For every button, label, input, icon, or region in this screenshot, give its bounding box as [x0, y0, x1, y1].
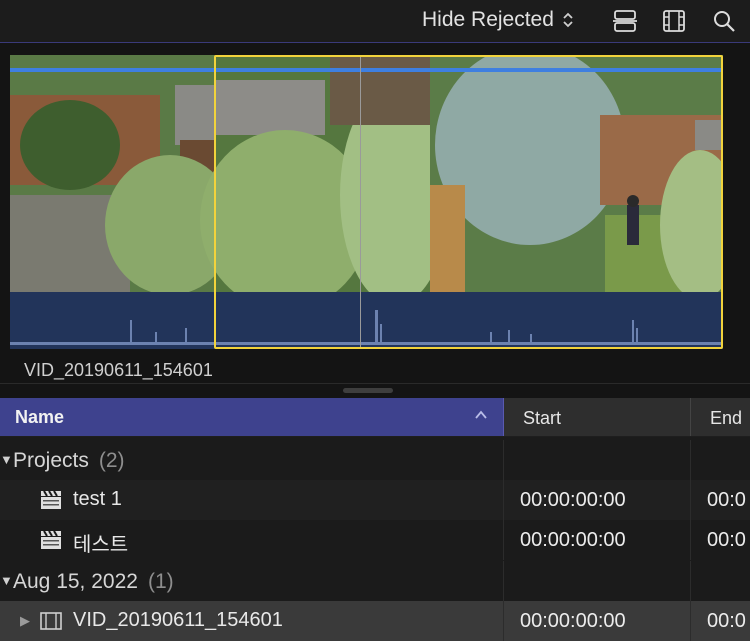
group-row-date[interactable]: ▼ Aug 15, 2022 (1): [0, 561, 750, 601]
disclosure-triangle-icon[interactable]: ▼: [0, 452, 13, 467]
column-end-label: End: [710, 408, 743, 428]
filmstrip-clip-icon: [40, 611, 62, 631]
filter-label: Hide Rejected: [422, 8, 554, 31]
group-row-projects[interactable]: ▼ Projects (2): [0, 440, 750, 480]
column-start-label: Start: [523, 408, 562, 428]
column-header-end[interactable]: End: [692, 398, 750, 436]
divider-grip-handle[interactable]: [343, 388, 393, 393]
list-header: Name Start End: [0, 398, 750, 436]
end-timecode: 00:0: [707, 489, 746, 511]
group-label: Aug 15, 2022: [13, 570, 138, 593]
clapperboard-icon: [40, 530, 62, 550]
group-count: (2): [98, 449, 125, 472]
clapperboard-icon: [40, 490, 62, 510]
item-name: 테스트: [73, 534, 129, 556]
clip-list: ▼ Projects (2) test 1 00:00:00:00 00:0 테스…: [0, 437, 750, 641]
end-timecode: 00:0: [707, 610, 746, 632]
start-timecode: 00:00:00:00: [520, 610, 626, 632]
filter-popup[interactable]: Hide Rejected: [422, 6, 574, 34]
disclosure-triangle-icon[interactable]: ▶: [20, 613, 30, 629]
column-name-label: Name: [15, 407, 65, 427]
group-label: Projects: [13, 449, 89, 472]
browser-toolbar: Hide Rejected: [0, 0, 750, 43]
list-item-selected[interactable]: ▶ VID_20190611_154601 00:00:00:00 00:0: [0, 601, 750, 641]
list-item[interactable]: 테스트 00:00:00:00 00:0: [0, 520, 750, 560]
disclosure-triangle-icon[interactable]: ▼: [0, 573, 13, 588]
column-header-name[interactable]: Name: [0, 398, 504, 436]
sort-ascending-icon: [474, 408, 488, 425]
clip-name-label: VID_20190611_154601: [24, 360, 213, 380]
start-timecode: 00:00:00:00: [520, 489, 626, 511]
range-selection[interactable]: [214, 55, 723, 349]
start-timecode: 00:00:00:00: [520, 529, 626, 551]
item-name: test 1: [73, 488, 122, 510]
column-header-start[interactable]: Start: [504, 398, 691, 436]
end-timecode: 00:0: [707, 529, 746, 551]
clip-appearance-icon[interactable]: [612, 8, 638, 34]
item-name: VID_20190611_154601: [73, 609, 283, 631]
filmstrip-icon[interactable]: [661, 8, 687, 34]
list-item[interactable]: test 1 00:00:00:00 00:0: [0, 480, 750, 520]
chevron-updown-icon: [562, 11, 574, 29]
clip-browser: [0, 43, 750, 383]
search-icon[interactable]: [711, 8, 737, 34]
group-count: (1): [147, 570, 174, 593]
pane-divider[interactable]: [0, 383, 750, 398]
